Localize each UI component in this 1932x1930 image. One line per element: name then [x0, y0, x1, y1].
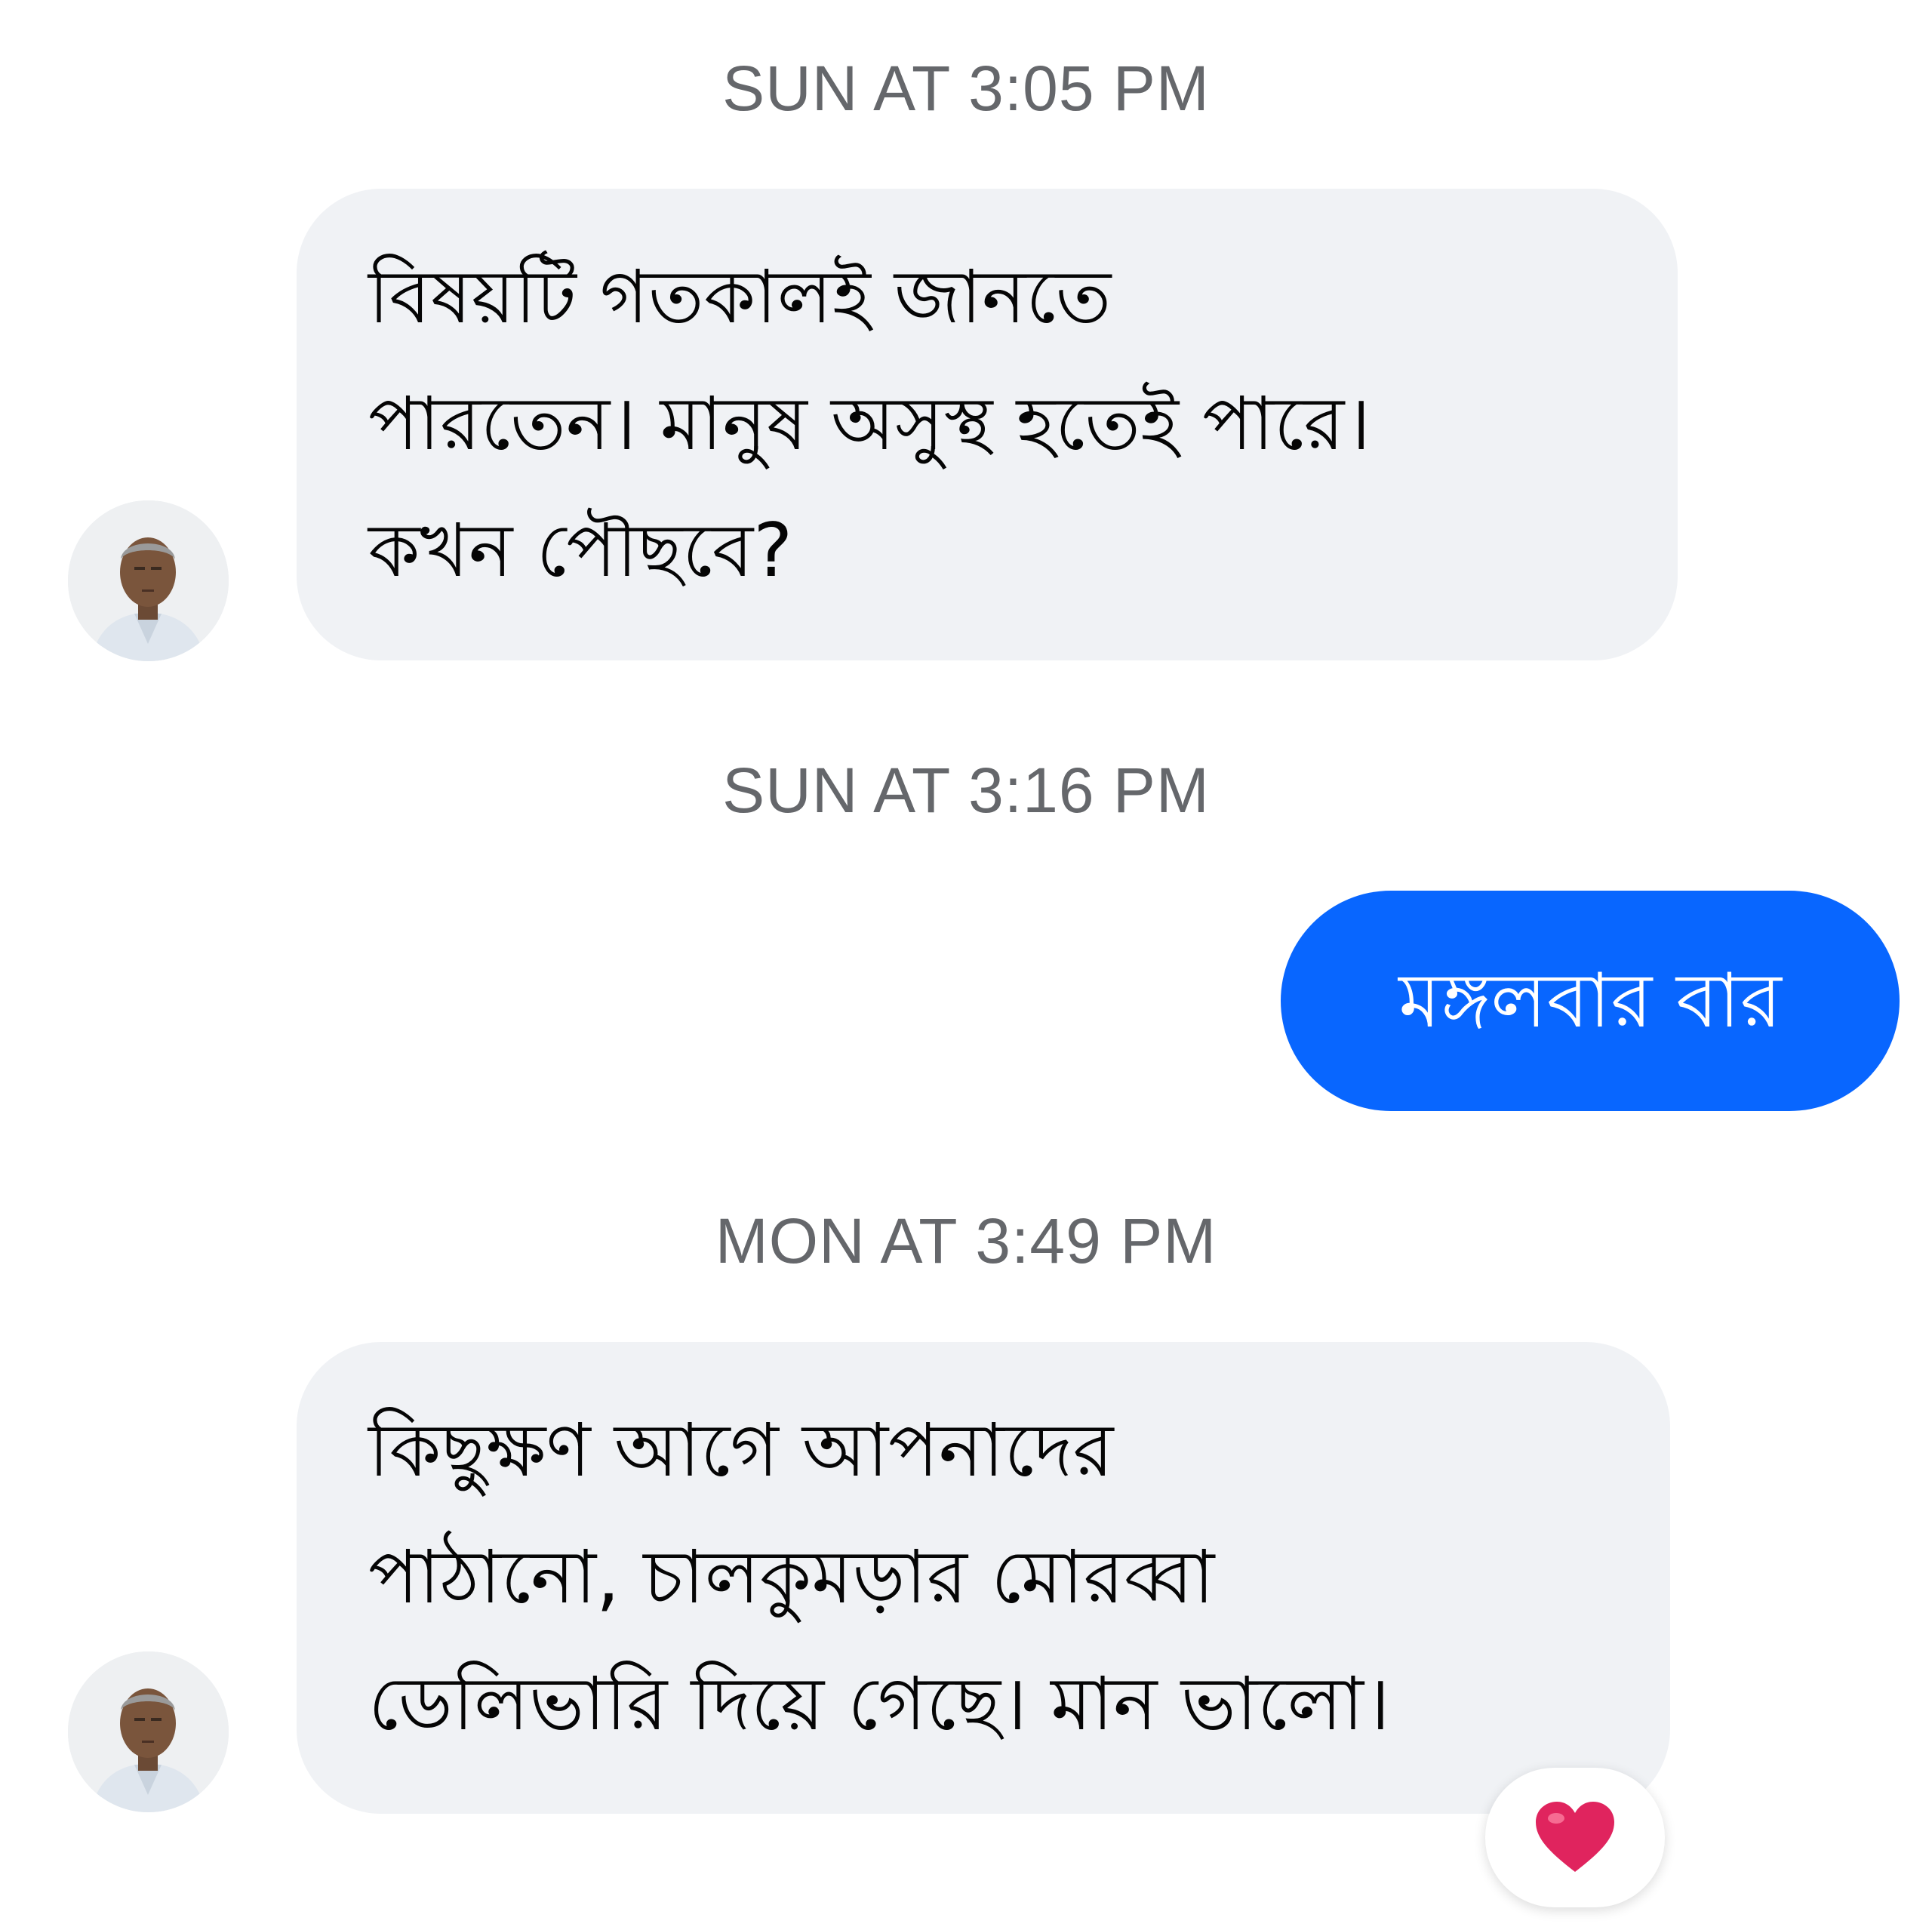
reaction-badge[interactable]: [1485, 1768, 1665, 1907]
incoming-message-bubble[interactable]: কিছুক্ষণ আগে আপনাদের পাঠানো, চালকুমড়ার …: [297, 1342, 1670, 1814]
message-text-line: কখন পৌছবে?: [368, 508, 793, 594]
message-text-line: ডেলিভারি দিয়ে গেছে। মান ভালো।: [368, 1661, 1391, 1747]
avatar[interactable]: [68, 1651, 229, 1812]
person-avatar-icon: [68, 1651, 229, 1812]
timestamp: MON AT 3:49 PM: [715, 1205, 1217, 1276]
person-avatar-icon: [68, 500, 229, 661]
message-text: মঙ্গলবার বার: [1398, 956, 1782, 1045]
message-text-line: বিষয়টি গতকালই জানতে: [368, 254, 1112, 340]
heart-icon: [1536, 1801, 1614, 1872]
avatar[interactable]: [68, 500, 229, 661]
incoming-message-bubble[interactable]: বিষয়টি গতকালই জানতে পারতেন। মানুষ অসুস্…: [297, 189, 1678, 660]
message-text-line: পাঠানো, চালকুমড়ার মোরব্বা: [368, 1534, 1215, 1621]
outgoing-message-bubble[interactable]: মঙ্গলবার বার: [1281, 891, 1900, 1111]
timestamp: SUN AT 3:16 PM: [722, 755, 1210, 826]
timestamp: SUN AT 3:05 PM: [722, 53, 1210, 124]
message-text-line: পারতেন। মানুষ অসুস্থ হতেই পারে।: [368, 381, 1371, 467]
message-text-line: কিছুক্ষণ আগে আপনাদের: [368, 1408, 1114, 1494]
